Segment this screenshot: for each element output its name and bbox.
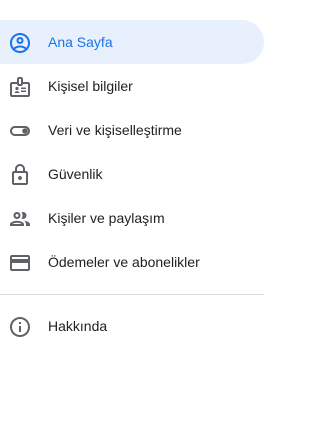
nav-item-label: Ödemeler ve abonelikler bbox=[48, 254, 200, 270]
nav-divider bbox=[0, 294, 264, 295]
nav-item-personal-info[interactable]: Kişisel bilgiler bbox=[0, 64, 264, 108]
nav-item-people-sharing[interactable]: Kişiler ve paylaşım bbox=[0, 196, 264, 240]
nav-item-label: Güvenlik bbox=[48, 166, 103, 182]
nav-item-label: Hakkında bbox=[48, 318, 108, 334]
account-circle-icon bbox=[8, 31, 32, 55]
nav-item-label: Veri ve kişiselleştirme bbox=[48, 122, 182, 138]
nav-item-security[interactable]: Güvenlik bbox=[0, 152, 264, 196]
toggle-icon bbox=[8, 119, 32, 143]
id-card-icon bbox=[8, 75, 32, 99]
nav-item-home[interactable]: Ana Sayfa bbox=[0, 20, 264, 64]
nav-item-about[interactable]: Hakkında bbox=[0, 304, 264, 348]
nav-item-label: Ana Sayfa bbox=[48, 34, 113, 50]
nav-item-data-personalization[interactable]: Veri ve kişiselleştirme bbox=[0, 108, 264, 152]
lock-icon bbox=[8, 163, 32, 187]
credit-card-icon bbox=[8, 251, 32, 275]
nav-item-payments-subscriptions[interactable]: Ödemeler ve abonelikler bbox=[0, 240, 264, 284]
info-icon bbox=[8, 315, 32, 339]
nav-item-label: Kişiler ve paylaşım bbox=[48, 210, 165, 226]
side-navigation: Ana Sayfa Kişisel bilgiler Veri ve kişis… bbox=[0, 20, 264, 348]
people-icon bbox=[8, 207, 32, 231]
nav-item-label: Kişisel bilgiler bbox=[48, 78, 133, 94]
